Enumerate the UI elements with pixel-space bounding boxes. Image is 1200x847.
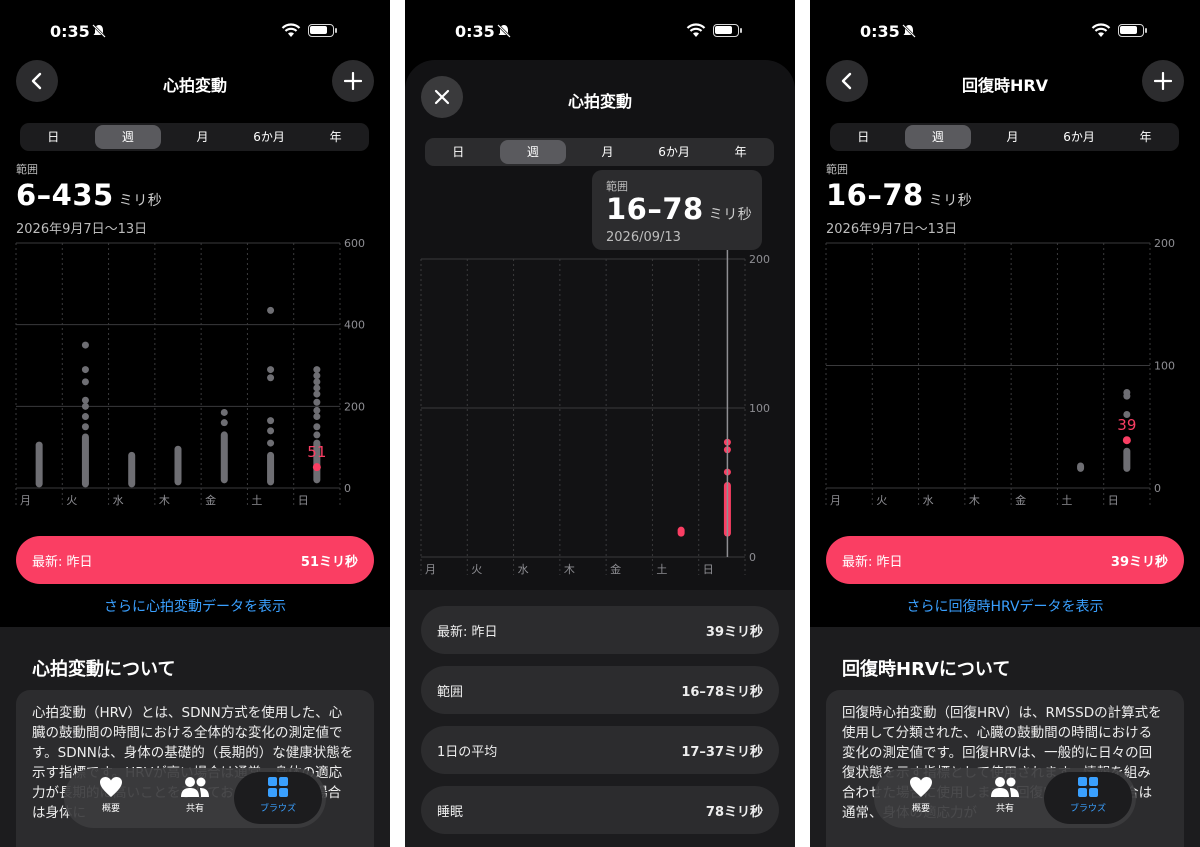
recovery-hrv-chart[interactable]: 200 100 0 月 火 水 木 金 土 日 39	[810, 0, 1200, 515]
latest-row[interactable]: 最新: 昨日 39ミリ秒	[421, 606, 779, 654]
data-point	[220, 419, 228, 427]
data-point	[81, 341, 89, 349]
data-point	[313, 406, 321, 414]
x-tick-label: 月	[425, 563, 436, 576]
x-tick-label: 金	[1015, 493, 1026, 507]
data-point	[81, 378, 89, 386]
latest-value-banner[interactable]: 最新: 昨日 51ミリ秒	[16, 536, 374, 584]
data-point	[81, 413, 89, 421]
data-point	[313, 398, 321, 406]
tab-summary[interactable]: 概要	[886, 776, 956, 814]
x-tick-label: 日	[1108, 494, 1119, 507]
selection-tooltip: 範囲 16–78 ミリ秒 2026/09/13	[592, 170, 762, 250]
selected-point	[1122, 436, 1131, 445]
data-point	[81, 402, 89, 410]
x-tick-label: 月	[20, 494, 31, 507]
data-point	[1123, 388, 1131, 396]
selected-value-label: 51	[307, 443, 326, 461]
y-tick-label: 0	[1154, 482, 1161, 495]
data-point	[267, 417, 275, 425]
screen-recovery-hrv: 0:35 回復時HRV 日 週 月 6か月 年 範囲 16–78 ミリ秒 2026…	[810, 0, 1200, 847]
tab-sharing[interactable]: 共有	[970, 776, 1040, 814]
daily-average-row[interactable]: 1日の平均 17–37ミリ秒	[421, 726, 779, 774]
data-point	[313, 366, 321, 374]
x-tick-label: 日	[703, 563, 714, 576]
data-point	[313, 378, 321, 386]
more-data-link[interactable]: さらに心拍変動データを表示	[0, 596, 390, 616]
data-point	[313, 431, 321, 439]
sleep-row[interactable]: 睡眠 78ミリ秒	[421, 786, 779, 834]
x-tick-label: 火	[876, 494, 887, 507]
x-tick-label: 火	[66, 494, 77, 507]
x-tick-label: 土	[656, 563, 667, 576]
tooltip-value: 16–78 ミリ秒	[606, 192, 753, 226]
tab-bar: 概要 共有 ブラウズ	[874, 768, 1136, 828]
y-tick-label: 400	[344, 319, 365, 332]
screen-hrv-detail: 0:35 心拍変動 日 週 月 6か月 年 200 100 0 月火水木金土日 範囲 …	[405, 0, 795, 847]
selected-point	[312, 463, 321, 472]
y-tick-label: 200	[1154, 237, 1175, 250]
latest-value-banner[interactable]: 最新: 昨日 39ミリ秒	[826, 536, 1184, 584]
data-point	[313, 390, 321, 398]
x-tick-label: 金	[610, 562, 621, 576]
data-point	[220, 408, 228, 416]
y-tick-label: 0	[749, 551, 756, 564]
tab-browse[interactable]: ブラウズ	[243, 776, 313, 814]
x-tick-label: 木	[564, 563, 575, 576]
tab-summary[interactable]: 概要	[76, 776, 146, 814]
y-tick-label: 200	[749, 253, 770, 266]
latest-label: 最新: 昨日	[842, 555, 903, 570]
hrv-chart[interactable]: 600 400 200 0 月 火 水 木 金 土 日 51	[0, 0, 390, 515]
latest-value: 51ミリ秒	[300, 555, 358, 570]
about-title: 心拍変動について	[32, 659, 176, 680]
data-point	[267, 366, 275, 374]
data-point	[267, 306, 275, 314]
data-point	[313, 384, 321, 392]
data-point	[267, 427, 275, 435]
x-tick-label: 木	[969, 494, 980, 507]
people-icon	[991, 777, 1019, 797]
tab-browse[interactable]: ブラウズ	[1053, 776, 1123, 814]
heart-icon	[100, 777, 122, 797]
y-tick-label: 100	[749, 402, 770, 415]
grid-icon	[1078, 777, 1098, 797]
x-tick-label: 土	[1061, 494, 1072, 507]
about-title: 回復時HRVについて	[842, 659, 1011, 680]
y-tick-label: 0	[344, 482, 351, 495]
x-tick-label: 月	[830, 494, 841, 507]
data-point	[81, 423, 89, 431]
data-point	[81, 366, 89, 374]
y-tick-label: 100	[1154, 360, 1175, 373]
x-tick-label: 木	[159, 494, 170, 507]
latest-label: 最新: 昨日	[32, 555, 93, 570]
tab-sharing[interactable]: 共有	[160, 776, 230, 814]
y-tick-label: 200	[344, 400, 365, 413]
x-tick-label: 水	[113, 494, 124, 507]
more-data-link[interactable]: さらに回復時HRVデータを表示	[810, 596, 1200, 616]
data-point	[267, 374, 275, 382]
tab-bar: 概要 共有 ブラウズ	[64, 768, 326, 828]
data-point	[81, 396, 89, 404]
x-tick-label: 火	[471, 563, 482, 576]
screen-hrv: 0:35 心拍変動 日 週 月 6か月 年 範囲 6–435 ミリ秒 2026年9…	[0, 0, 390, 847]
selected-value-label: 39	[1117, 416, 1136, 434]
grid-icon	[268, 777, 288, 797]
x-tick-label: 日	[298, 494, 309, 507]
x-tick-label: 水	[518, 563, 529, 576]
data-point	[313, 423, 321, 431]
y-tick-label: 600	[344, 237, 365, 250]
data-point	[267, 439, 275, 447]
range-row[interactable]: 範囲 16–78ミリ秒	[421, 666, 779, 714]
data-point	[313, 413, 321, 421]
heart-icon	[910, 777, 932, 797]
tooltip-date: 2026/09/13	[606, 230, 681, 245]
people-icon	[181, 777, 209, 797]
latest-value: 39ミリ秒	[1110, 555, 1168, 570]
x-tick-label: 金	[205, 493, 216, 507]
hrv-detail-chart[interactable]: 200 100 0 月 火 水 木 金 土 日	[405, 0, 795, 590]
x-tick-label: 土	[251, 494, 262, 507]
x-tick-label: 水	[923, 494, 934, 507]
data-point	[313, 372, 321, 380]
